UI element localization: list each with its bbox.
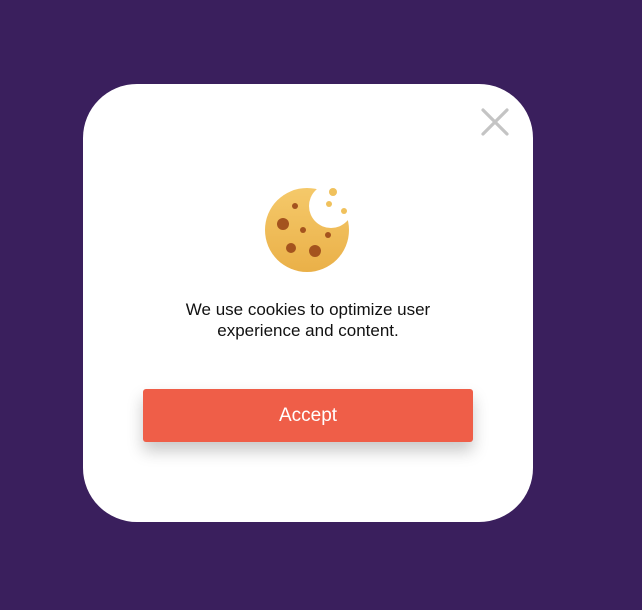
cookie-icon	[263, 184, 353, 274]
close-icon	[481, 108, 509, 136]
cookie-message: We use cookies to optimize user experien…	[185, 300, 431, 340]
cookie-consent-dialog: We use cookies to optimize user experien…	[83, 84, 533, 522]
close-button[interactable]	[478, 105, 512, 139]
accept-button[interactable]: Accept	[143, 389, 473, 442]
